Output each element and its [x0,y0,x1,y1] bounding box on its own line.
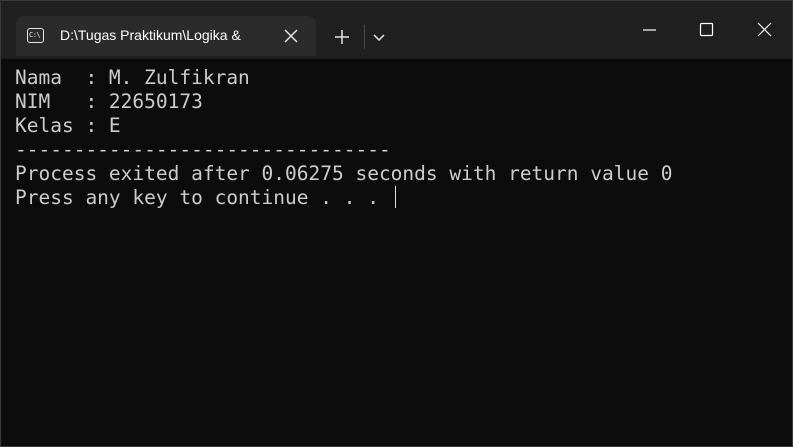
title-bar[interactable]: C:\ D:\Tugas Praktikum\Logika & [1,1,792,59]
maximize-icon [699,22,714,37]
tab-dropdown-button[interactable] [369,25,389,49]
console-icon: C:\ [27,28,44,43]
output-line-separator: -------------------------------- [15,138,391,161]
output-line-prompt: Press any key to continue . . . [15,186,782,210]
close-tab-button[interactable] [280,25,302,47]
maximize-button[interactable] [684,9,730,49]
output-line-process-exit: Process exited after 0.06275 seconds wit… [15,162,673,185]
close-icon [757,22,772,37]
tab-title: D:\Tugas Praktikum\Logika & [60,27,241,43]
press-key-text: Press any key to continue . . . [15,186,391,209]
new-tab-button[interactable] [330,25,354,49]
close-icon [284,29,298,43]
terminal-output[interactable]: Nama : M. Zulfikran NIM : 22650173 Kelas… [15,66,782,446]
output-line-nim: NIM : 22650173 [15,90,203,113]
output-line-kelas: Kelas : E [15,114,121,137]
output-line-nama: Nama : M. Zulfikran [15,66,250,89]
terminal-window: C:\ D:\Tugas Praktikum\Logika & Nama: M… [0,0,793,447]
minimize-button[interactable] [627,9,673,49]
chevron-down-icon [373,34,385,42]
minimize-icon [643,29,656,31]
tab-console[interactable]: C:\ D:\Tugas Praktikum\Logika & [16,16,316,56]
console-icon-glyph: C:\ [29,31,41,39]
text-cursor [394,186,396,208]
plus-icon [335,30,349,44]
close-window-button[interactable] [742,9,788,49]
tab-divider [364,25,365,49]
